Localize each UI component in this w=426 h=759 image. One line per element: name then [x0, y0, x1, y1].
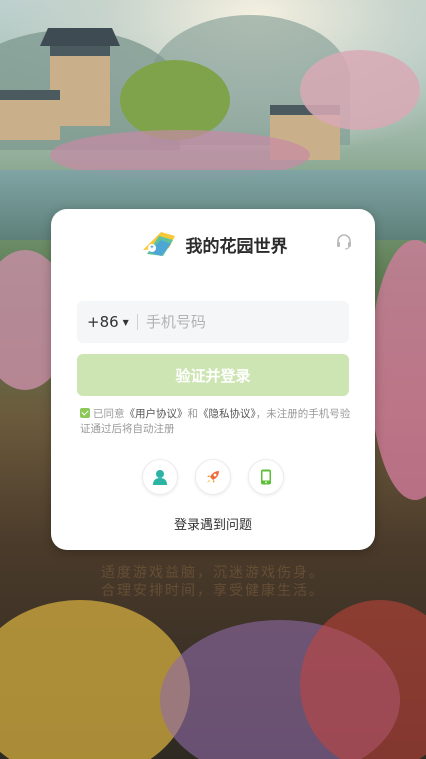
- customer-service-icon[interactable]: [335, 233, 353, 251]
- phone-field: +86 ▼: [77, 301, 349, 343]
- user-agreement-link[interactable]: 《用户协议》: [125, 408, 188, 420]
- phone-icon: [261, 469, 271, 485]
- tree: [300, 50, 420, 130]
- tree: [120, 60, 230, 140]
- agreement-checkbox[interactable]: [80, 408, 90, 418]
- login-card: 我的花园世界 +86 ▼ 验证并登录 已同意《用户协议》和《隐私协议》，未注册的…: [51, 209, 375, 550]
- divider: [136, 314, 138, 330]
- flower-bed: [370, 240, 426, 500]
- login-help-link[interactable]: 登录遇到问题: [51, 514, 375, 533]
- quick-login-button[interactable]: [195, 459, 231, 495]
- app-name: 我的花园世界: [185, 236, 288, 257]
- agreement-and: 和: [187, 408, 199, 420]
- alt-login-methods: [51, 459, 375, 495]
- gamepad-logo-icon: [142, 232, 175, 256]
- house: [0, 90, 60, 140]
- country-code-selector[interactable]: +86: [87, 313, 119, 331]
- chevron-down-icon[interactable]: ▼: [123, 318, 129, 327]
- brand-header: 我的花园世界: [51, 227, 375, 261]
- flower-bed: [0, 600, 190, 759]
- health-notice-line2: 合理安排时间，享受健康生活。: [101, 583, 325, 599]
- agreement-text: 已同意《用户协议》和《隐私协议》，未注册的手机号验证通过后将自动注册: [80, 407, 355, 437]
- pagoda-roof: [40, 28, 120, 46]
- privacy-policy-link[interactable]: 《隐私协议》: [198, 408, 256, 420]
- agreement-prefix: 已同意: [93, 408, 125, 420]
- account-login-button[interactable]: [142, 459, 178, 495]
- health-notice-line1: 适度游戏益脑，沉迷游戏伤身。: [101, 565, 325, 581]
- rocket-icon: [207, 471, 219, 483]
- phone-login-button[interactable]: [248, 459, 284, 495]
- verify-login-button[interactable]: 验证并登录: [77, 354, 349, 396]
- user-icon: [153, 470, 167, 485]
- phone-input[interactable]: [145, 313, 326, 331]
